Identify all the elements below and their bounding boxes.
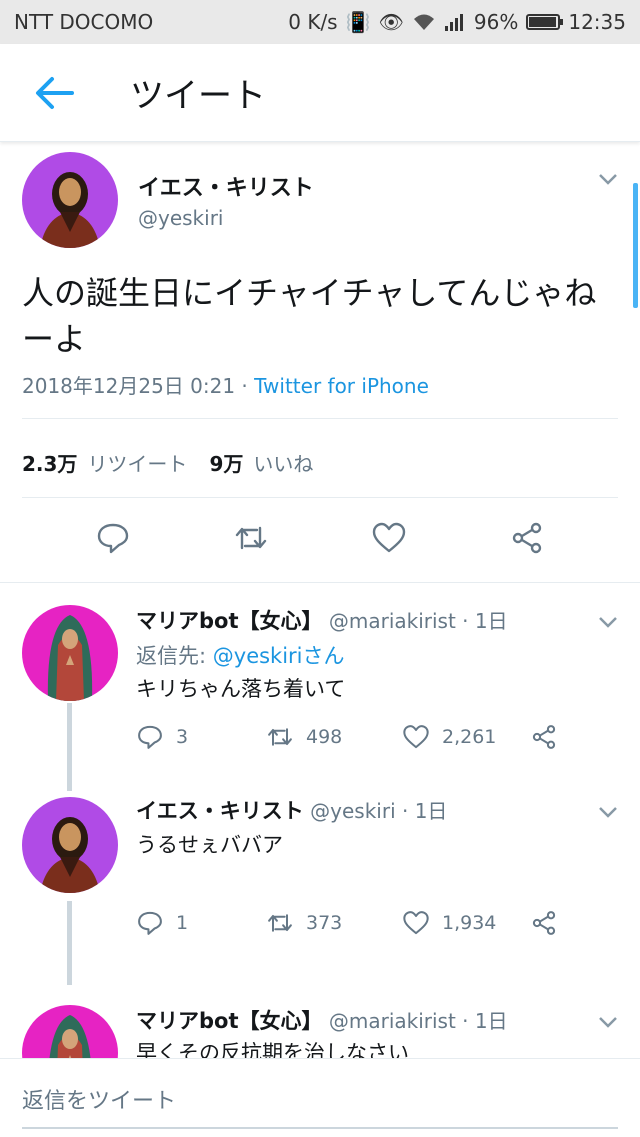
signal-icon xyxy=(444,14,463,31)
reply-input[interactable]: 返信をツイート xyxy=(22,1083,176,1115)
reply-button[interactable]: 3 xyxy=(136,723,266,751)
divider xyxy=(22,497,618,498)
reply-composer: 返信をツイート xyxy=(0,1058,640,1137)
like-stat[interactable]: 9万 いいね xyxy=(209,448,313,477)
chevron-down-icon[interactable] xyxy=(598,1015,618,1029)
tweet-text: 人の誕生日にイチャイチャしてんじゃねーよ xyxy=(22,274,597,358)
avatar[interactable] xyxy=(22,605,118,701)
wifi-icon xyxy=(413,14,434,30)
tweet-meta: 2018年12月25日 0:21 · Twitter for iPhone xyxy=(22,370,429,399)
retweet-stat[interactable]: 2.3万 リツイート xyxy=(22,448,187,477)
reply-icon xyxy=(138,725,162,749)
network-speed: 0 K/s xyxy=(288,10,338,34)
tweet-actions xyxy=(0,520,640,556)
divider xyxy=(22,418,618,419)
reply-to: 返信先: @yeskiriさん xyxy=(136,640,345,670)
reply-header: マリアbot【女心】 @mariakirist · 1日 xyxy=(136,605,508,635)
reply-tweet[interactable]: マリアbot【女心】 @mariakirist · 1日 返信先: @yeski… xyxy=(0,583,640,775)
retweet-icon xyxy=(268,914,292,932)
reply-to-handle[interactable]: @yeskiriさん xyxy=(213,644,345,668)
author-handle[interactable]: @yeskiri xyxy=(138,206,223,230)
retweet-count: 2.3万 xyxy=(22,452,78,476)
reply-button[interactable]: 1 xyxy=(136,909,266,937)
battery-icon xyxy=(526,14,564,30)
carrier-label: NTT DOCOMO xyxy=(14,10,154,34)
author-handle[interactable]: @mariakirist · 1日 xyxy=(329,609,508,633)
page-title: ツイート xyxy=(130,76,266,116)
clock: 12:35 xyxy=(568,10,626,34)
back-button[interactable] xyxy=(34,76,94,110)
chevron-down-icon[interactable] xyxy=(598,172,618,186)
reply-count: 3 xyxy=(176,726,189,748)
like-button[interactable]: 2,261 xyxy=(402,723,530,751)
thread-line xyxy=(67,901,72,985)
back-arrow-icon xyxy=(36,76,74,109)
like-label: いいね xyxy=(253,452,314,476)
tweet-date: 2018年12月25日 0:21 · xyxy=(22,374,255,398)
reply-text: キリちゃん落ち着いて xyxy=(136,677,346,701)
like-count: 9万 xyxy=(209,452,244,476)
reply-tweet[interactable]: イエス・キリスト @yeskiri · 1日 うるせぇババア 1 373 1,9… xyxy=(0,775,640,985)
reply-count: 1 xyxy=(176,912,189,934)
vibrate-icon: 📳 xyxy=(345,10,371,34)
retweet-count: 498 xyxy=(306,726,343,748)
reply-header: イエス・キリスト @yeskiri · 1日 xyxy=(136,795,447,825)
main-tweet: イエス・キリスト @yeskiri 人の誕生日にイチャイチャしてんじゃねーよ 2… xyxy=(0,142,640,583)
author-name[interactable]: イエス・キリスト xyxy=(136,799,304,823)
like-count: 1,934 xyxy=(442,912,497,934)
author-name[interactable]: イエス・キリスト xyxy=(138,170,314,202)
retweet-icon[interactable] xyxy=(233,520,269,556)
like-count: 2,261 xyxy=(442,726,497,748)
reply-actions: 3 498 2,261 xyxy=(136,723,558,751)
retweet-button[interactable]: 373 xyxy=(266,909,402,937)
reply-header: マリアbot【女心】 @mariakirist · 1日 xyxy=(136,1005,508,1035)
status-icons: 0 K/s 📳 👁 96% 12:35 xyxy=(288,10,626,34)
battery-percent: 96% xyxy=(473,10,519,34)
retweet-icon xyxy=(268,728,292,746)
author-name[interactable]: マリアbot【女心】 xyxy=(136,1009,323,1033)
heart-icon[interactable] xyxy=(371,520,407,556)
reply-icon xyxy=(138,911,162,935)
like-button[interactable]: 1,934 xyxy=(402,909,530,937)
author-handle[interactable]: @yeskiri · 1日 xyxy=(310,799,447,823)
author-name[interactable]: マリアbot【女心】 xyxy=(136,609,323,633)
chevron-down-icon[interactable] xyxy=(598,615,618,629)
share-icon[interactable] xyxy=(530,909,558,937)
retweet-label: リツイート xyxy=(87,452,188,476)
reply-icon[interactable] xyxy=(95,520,131,556)
share-icon[interactable] xyxy=(509,520,545,556)
heart-icon xyxy=(403,725,429,749)
reply-to-label: 返信先: xyxy=(136,644,213,668)
tweet-source[interactable]: Twitter for iPhone xyxy=(254,374,429,398)
avatar[interactable] xyxy=(22,152,118,248)
tweet-stats: 2.3万 リツイート 9万 いいね xyxy=(22,448,313,477)
eye-icon: 👁 xyxy=(378,10,404,34)
share-icon[interactable] xyxy=(530,723,558,751)
thread-line xyxy=(67,703,72,775)
heart-icon xyxy=(403,911,429,935)
retweet-button[interactable]: 498 xyxy=(266,723,402,751)
conversation: イエス・キリスト @yeskiri 人の誕生日にイチャイチャしてんじゃねーよ 2… xyxy=(0,142,640,1105)
reply-text: うるせぇババア xyxy=(136,833,283,857)
thread-line xyxy=(67,775,72,791)
reply-actions: 1 373 1,934 xyxy=(136,909,558,937)
avatar[interactable] xyxy=(22,797,118,893)
input-underline xyxy=(22,1127,618,1129)
status-bar: NTT DOCOMO 0 K/s 📳 👁 96% 12:35 xyxy=(0,0,640,44)
retweet-count: 373 xyxy=(306,912,343,934)
top-bar: ツイート xyxy=(0,44,640,142)
author-handle[interactable]: @mariakirist · 1日 xyxy=(329,1009,508,1033)
chevron-down-icon[interactable] xyxy=(598,805,618,819)
